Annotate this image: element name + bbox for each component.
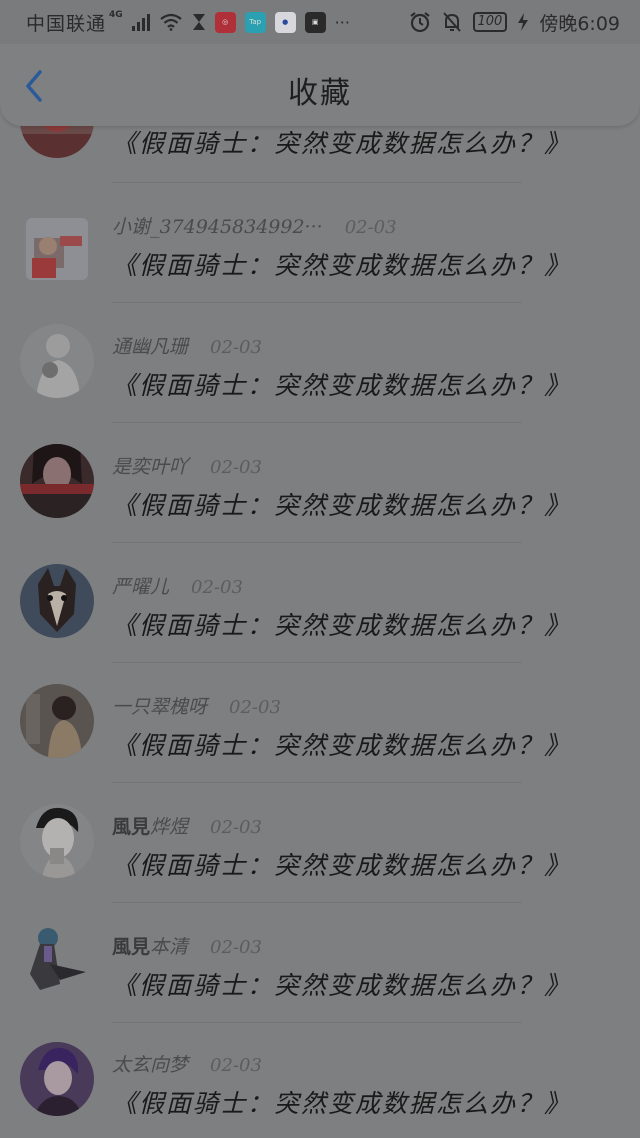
mute-bell-icon [442,12,461,32]
post-title[interactable]: 《假面骑士：突然变成数据怎么办？》 [112,1084,571,1120]
post-date: 02-03 [210,817,262,838]
network-type: 4G [109,10,123,20]
battery-icon: 100 [472,12,508,32]
list-item[interactable]: 严曜儿 02-03 《假面骑士：突然变成数据怎么办？》 [0,564,640,692]
status-time: 傍晚6:09 [539,12,620,35]
charging-icon [518,13,529,31]
more-notifications-icon: ··· [334,12,350,32]
divider [112,782,522,783]
baidu-icon: ● [274,11,296,33]
post-title[interactable]: 《假面骑士：突然变成数据怎么办？》 [112,846,571,882]
post-title[interactable]: 《假面骑士：突然变成数据怎么办？》 [112,726,571,762]
battery-level: 100 [477,14,503,29]
post-title[interactable]: 《假面骑士：突然变成数据怎么办？》 [112,366,571,402]
carrier-label: 中国联通 [26,12,107,35]
post-date: 02-03 [210,1055,262,1076]
username[interactable]: 一只翠槐呀 [112,692,207,719]
hourglass-icon [192,14,205,30]
divider [112,302,522,303]
list-item[interactable]: 是奕叶吖 02-03 《假面骑士：突然变成数据怎么办？》 [0,444,640,572]
username[interactable]: 严曜儿 [112,572,169,599]
netease-music-icon: ◎ [214,11,236,33]
post-title[interactable]: 《假面骑士：突然变成数据怎么办？》 [112,246,571,282]
avatar[interactable] [26,218,88,280]
list-item[interactable]: 一只翠槐呀 02-03 《假面骑士：突然变成数据怎么办？》 [0,684,640,812]
list-item[interactable]: 風見烨煜 02-03 《假面骑士：突然变成数据怎么办？》 [0,804,640,932]
post-title[interactable]: 《假面骑士：突然变成数据怎么办？》 [112,966,571,1002]
list-item[interactable]: 小谢_374945834992··· 02-03 《假面骑士：突然变成数据怎么办… [0,212,640,332]
divider [112,542,522,543]
divider [112,422,522,423]
post-title[interactable]: 《假面骑士：突然变成数据怎么办？》 [112,124,571,160]
avatar[interactable] [20,684,94,758]
avatar[interactable] [20,324,94,398]
username[interactable]: 風見烨煜 [112,812,188,839]
wifi-icon [159,13,182,31]
favorites-list[interactable]: 《假面骑士：突然变成数据怎么办？》 小谢_374945834992··· 02-… [0,0,640,1138]
list-item[interactable]: 風見本清 02-03 《假面骑士：突然变成数据怎么办？》 [0,924,640,1052]
avatar[interactable] [20,1042,94,1116]
list-item[interactable]: 通幽凡珊 02-03 《假面骑士：突然变成数据怎么办？》 [0,324,640,452]
post-date: 02-03 [344,217,397,238]
post-date: 02-03 [210,337,262,358]
post-date: 02-03 [191,577,243,598]
post-date: 02-03 [210,937,262,958]
signal-icon [131,13,150,31]
status-bar: 中国联通 4G ◎ Tap ● ▣ ··· 100 傍晚6:09 [0,0,640,44]
top-nav-bar: 收藏 [0,44,640,126]
avatar[interactable] [20,924,94,998]
username[interactable]: 風見本清 [112,932,188,959]
app-icon: ▣ [304,11,326,33]
list-item[interactable]: 太玄向梦 02-03 《假面骑士：突然变成数据怎么办？》 [0,1042,640,1138]
taptap-icon: Tap [244,11,266,33]
username[interactable]: 通幽凡珊 [112,332,188,359]
username[interactable]: 太玄向梦 [112,1050,188,1077]
divider [112,182,522,183]
avatar[interactable] [20,564,94,638]
divider [112,902,522,903]
divider [112,662,522,663]
post-date: 02-03 [229,697,281,718]
post-date: 02-03 [210,457,262,478]
post-title[interactable]: 《假面骑士：突然变成数据怎么办？》 [112,606,571,642]
username[interactable]: 是奕叶吖 [112,452,188,479]
post-title[interactable]: 《假面骑士：突然变成数据怎么办？》 [112,486,571,522]
alarm-icon [409,12,430,33]
username[interactable]: 小谢_374945834992··· [112,212,323,239]
avatar[interactable] [20,804,94,878]
avatar[interactable] [20,444,94,518]
divider [112,1022,522,1023]
page-title: 收藏 [288,76,352,111]
